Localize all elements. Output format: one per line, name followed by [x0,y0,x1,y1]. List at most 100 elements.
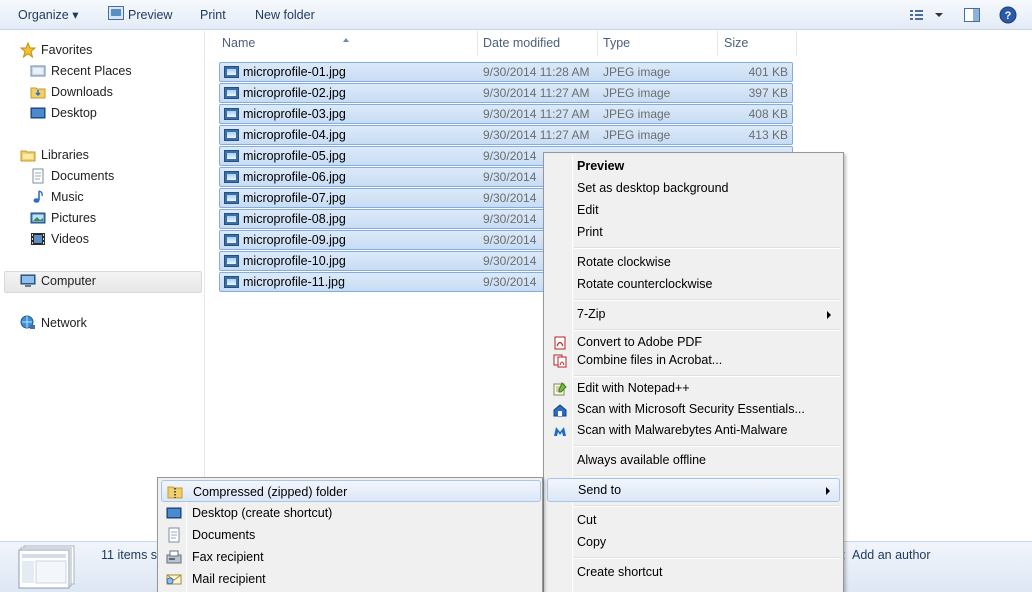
context-menu: Preview Set as desktop background Edit P… [543,152,844,592]
menu-item-scan-malwarebytes[interactable]: Scan with Malwarebytes Anti-Malware [547,419,840,441]
file-type: JPEG image [603,128,671,142]
file-name: microprofile-04.jpg [243,128,346,142]
selection-count: 11 items s [101,548,158,562]
file-name: microprofile-06.jpg [243,170,346,184]
file-name: microprofile-10.jpg [243,254,346,268]
file-name: microprofile-05.jpg [243,149,346,163]
menu-separator [574,247,840,249]
menu-separator [574,475,840,477]
file-name: microprofile-09.jpg [243,233,346,247]
menu-item-rotate-clockwise[interactable]: Rotate clockwise [547,251,840,273]
file-type: JPEG image [603,65,671,79]
navigation-pane: Favorites Recent Places Downloads Deskto… [0,31,205,541]
jpeg-file-icon [224,108,239,120]
view-list-icon [910,10,943,20]
help-button[interactable]: ? [999,6,1019,24]
stacked-files-thumbnail-icon [18,545,76,589]
computer-icon [20,273,36,289]
menu-item-create-shortcut[interactable]: Create shortcut [547,561,840,583]
file-name: microprofile-02.jpg [243,86,346,100]
send-to-compressed-folder[interactable]: Compressed (zipped) folder [161,480,541,502]
file-date: 9/30/2014 11:27 AM [483,107,590,121]
menu-item-preview[interactable]: Preview [547,155,840,177]
menu-separator [574,299,840,301]
menu-item-rotate-counterclockwise[interactable]: Rotate counterclockwise [547,273,840,295]
column-divider[interactable] [717,31,718,56]
pictures-icon [30,210,46,226]
file-size: 413 KB [748,128,788,142]
view-options-button[interactable] [908,6,944,24]
file-name: microprofile-08.jpg [243,212,346,226]
svg-text:?: ? [1005,10,1012,22]
send-to-fax-recipient[interactable]: Fax recipient [161,546,541,568]
submenu-arrow-icon [826,487,830,495]
file-date: 9/30/2014 11:27 AM [483,128,590,142]
desktop-icon [30,105,46,121]
jpeg-file-icon [224,66,239,78]
help-icon: ? [999,6,1017,24]
menu-item-send-to[interactable]: Send to [547,478,840,502]
print-button[interactable]: Print [200,0,226,30]
libraries-icon [20,147,36,163]
file-row[interactable]: microprofile-03.jpg 9/30/2014 11:27 AM J… [219,104,793,124]
column-header-date-modified[interactable]: Date modified [483,31,560,56]
file-date: 9/30/2014 11:27 AM [483,86,590,100]
jpeg-file-icon [224,87,239,99]
jpeg-file-icon [224,192,239,204]
submenu-arrow-icon [827,311,831,319]
preview-pane-button[interactable] [963,6,983,24]
menu-item-scan-microsoft-security-essentials[interactable]: Scan with Microsoft Security Essentials.… [547,398,840,420]
adobe-pdf-icon [553,335,567,350]
menu-item-copy[interactable]: Copy [547,531,840,553]
file-date: 9/30/2014 11:28 AM [483,65,590,79]
menu-item-cut[interactable]: Cut [547,509,840,531]
file-row[interactable]: microprofile-04.jpg 9/30/2014 11:27 AM J… [219,125,793,145]
menu-item-edit[interactable]: Edit [547,199,840,221]
jpeg-file-icon [224,129,239,141]
zip-folder-icon [167,484,183,500]
organize-button[interactable]: Organize ▾ [18,0,78,30]
menu-item-7zip[interactable]: 7-Zip [547,303,840,325]
column-header-size[interactable]: Size [724,31,748,56]
menu-item-edit-with-notepad-plus-plus[interactable]: Edit with Notepad++ [547,377,840,399]
preview-icon [108,1,124,31]
column-header-name[interactable]: Name [222,31,255,56]
file-row[interactable]: microprofile-02.jpg 9/30/2014 11:27 AM J… [219,83,793,103]
send-to-submenu: Compressed (zipped) folder Desktop (crea… [157,477,543,592]
send-to-documents[interactable]: Documents [161,524,541,546]
author-field[interactable]: Add an author [852,548,931,562]
security-essentials-icon [553,402,567,417]
jpeg-file-icon [224,150,239,162]
file-row[interactable]: microprofile-01.jpg 9/30/2014 11:28 AM J… [219,62,793,82]
documents-icon [166,527,182,543]
send-to-mail-recipient[interactable]: Mail recipient [161,568,541,590]
jpeg-file-icon [224,213,239,225]
menu-separator [574,557,840,559]
send-to-desktop-shortcut[interactable]: Desktop (create shortcut) [161,502,541,524]
sort-ascending-icon [343,31,349,42]
mail-icon [166,571,182,587]
file-name: microprofile-11.jpg [243,275,345,289]
desktop-icon [166,505,182,521]
menu-item-print[interactable]: Print [547,221,840,243]
menu-item-combine-in-acrobat[interactable]: Combine files in Acrobat... [547,349,840,371]
file-size: 401 KB [748,65,788,79]
column-divider[interactable] [477,31,478,56]
menu-item-always-available-offline[interactable]: Always available offline [547,449,840,471]
column-divider[interactable] [597,31,598,56]
file-type: JPEG image [603,107,671,121]
file-name: microprofile-01.jpg [243,65,346,79]
menu-item-set-desktop-background[interactable]: Set as desktop background [547,177,840,199]
fax-icon [166,549,182,565]
jpeg-file-icon [224,276,239,288]
menu-separator [574,505,840,507]
column-header-type[interactable]: Type [603,31,630,56]
menu-separator [574,445,840,447]
column-divider[interactable] [796,31,797,56]
network-icon [20,315,36,331]
command-bar: Organize ▾ Preview Print New folder ? [0,0,1032,30]
new-folder-button[interactable]: New folder [255,0,315,30]
documents-icon [30,168,46,184]
file-type: JPEG image [603,86,671,100]
preview-button[interactable]: Preview [108,0,172,30]
